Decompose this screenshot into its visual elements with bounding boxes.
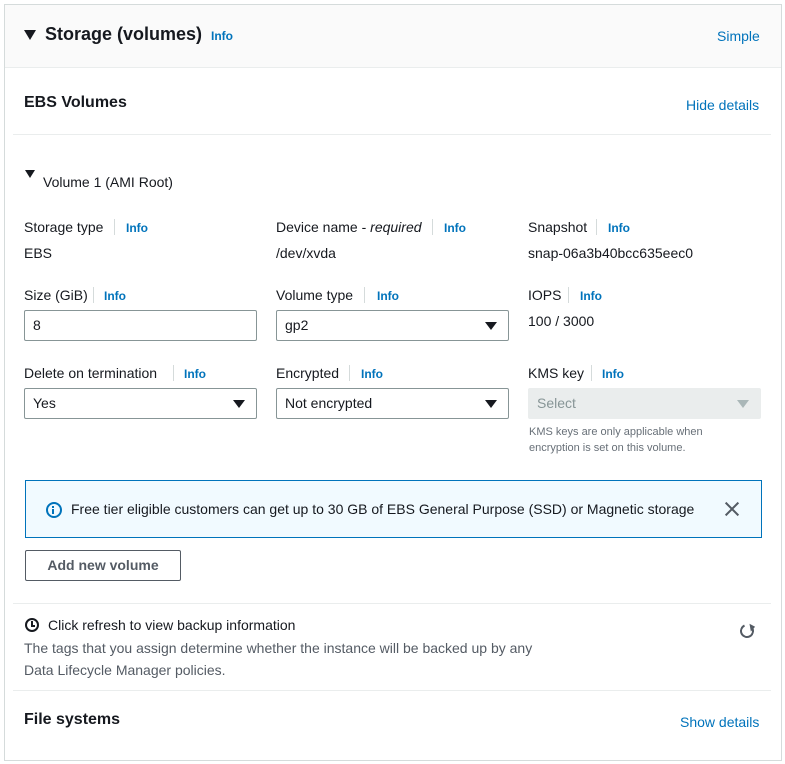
separator [349,365,350,381]
volume-type-info-link[interactable]: Info [377,289,399,303]
device-name-label-text: Device name - [276,219,371,235]
free-tier-alert: Free tier eligible customers can get up … [25,480,762,538]
separator [432,219,433,235]
delete-on-termination-value: Yes [33,395,56,411]
storage-type-info-link[interactable]: Info [126,221,148,235]
encrypted-info-link[interactable]: Info [361,367,383,381]
show-details-link[interactable]: Show details [680,714,759,730]
delete-on-termination-label: Delete on termination [24,365,158,381]
device-name-value: /dev/xvda [276,245,336,261]
volume-type-select-value: gp2 [285,317,309,333]
separator [114,219,115,235]
device-name-label: Device name - required [276,219,422,235]
panel-header: Storage (volumes) Info Simple [5,5,781,68]
panel-title: Storage (volumes) [45,24,203,44]
iops-value: 100 / 3000 [528,313,595,329]
volume-type-label: Volume type [276,287,354,303]
alert-text: Free tier eligible customers can get up … [71,501,695,517]
snapshot-info-link[interactable]: Info [608,221,630,235]
iops-label: IOPS [528,287,562,303]
hide-details-link[interactable]: Hide details [686,97,759,113]
kms-key-select: Select [528,388,761,419]
separator [596,219,597,235]
storage-type-value: EBS [24,245,53,261]
separator [568,287,569,303]
volume-type-select[interactable]: gp2 [276,310,509,341]
size-input[interactable]: 8 [24,310,257,341]
encrypted-select[interactable]: Not encrypted [276,388,509,419]
kms-key-help-line2: encryption is set on this volume. [529,442,686,454]
kms-key-info-link[interactable]: Info [602,367,624,381]
backup-description-line2: Data Lifecycle Manager policies. [24,662,226,678]
encrypted-label: Encrypted [276,365,340,381]
delete-on-termination-info-link[interactable]: Info [184,367,206,381]
chevron-down-icon [485,400,497,408]
device-name-required: required [370,219,422,235]
volume-caret-icon[interactable] [25,170,35,178]
divider [13,603,771,604]
storage-type-label: Storage type [24,219,104,235]
size-label: Size (GiB) [24,287,88,303]
size-info-link[interactable]: Info [104,289,126,303]
kms-key-label: KMS key [528,365,585,381]
chevron-down-icon [737,400,749,408]
chevron-down-icon [233,400,245,408]
separator [173,365,174,381]
snapshot-value: snap-06a3b40bcc635eec0 [528,245,694,261]
separator [364,287,365,303]
storage-panel: Storage (volumes) Info Simple EBS Volume… [4,4,782,761]
chevron-down-icon [485,322,497,330]
close-icon[interactable] [724,501,740,517]
file-systems-title: File systems [24,711,121,728]
divider [13,690,771,691]
device-name-info-link[interactable]: Info [444,221,466,235]
kms-key-help-line1: KMS keys are only applicable when [529,426,703,438]
backup-title: Click refresh to view backup information [48,617,296,633]
size-input-value: 8 [33,317,41,333]
header-info-link[interactable]: Info [211,29,233,43]
ebs-volumes-title: EBS Volumes [24,94,127,111]
divider [13,134,771,135]
simple-link[interactable]: Simple [717,28,760,44]
encrypted-value: Not encrypted [285,395,373,411]
collapse-caret-icon[interactable] [24,30,36,40]
refresh-icon[interactable] [738,622,756,640]
separator [591,365,592,381]
volume-title[interactable]: Volume 1 (AMI Root) [43,174,173,190]
separator [93,287,94,303]
snapshot-label: Snapshot [528,219,588,235]
backup-description-line1: The tags that you assign determine wheth… [24,640,533,656]
add-new-volume-button[interactable]: Add new volume [25,550,181,581]
iops-info-link[interactable]: Info [580,289,602,303]
info-circle-icon [46,502,62,518]
delete-on-termination-select[interactable]: Yes [24,388,257,419]
kms-key-placeholder: Select [537,395,576,411]
clock-icon [25,618,39,632]
